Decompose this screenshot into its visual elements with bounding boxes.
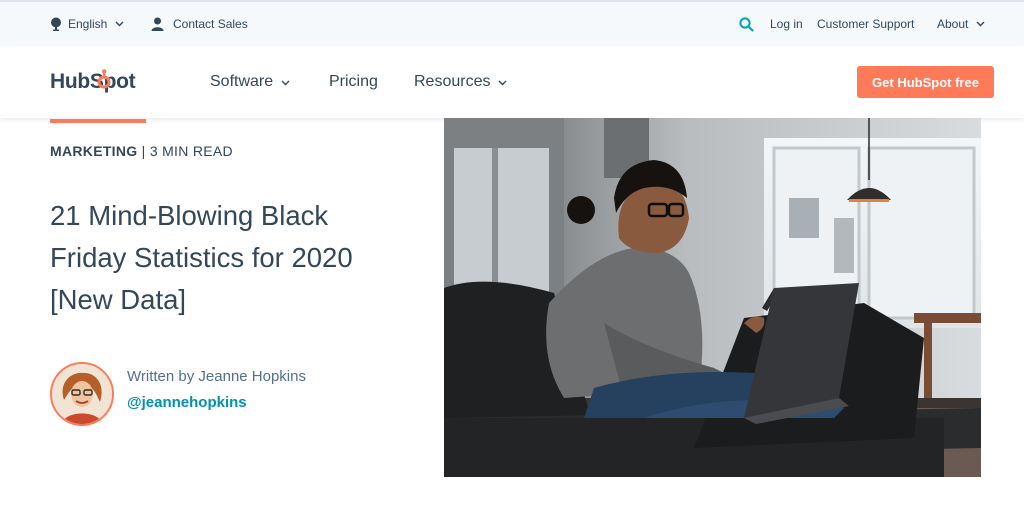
chevron-down-icon [498, 73, 507, 91]
chevron-down-icon [115, 21, 124, 27]
avatar[interactable] [50, 362, 114, 426]
support-label: Customer Support [817, 17, 915, 31]
globe-icon [50, 17, 62, 31]
hubspot-logo[interactable]: HubSpot [50, 68, 136, 96]
software-label: Software [210, 73, 274, 90]
sprocket-icon [95, 69, 113, 91]
search-button[interactable] [739, 2, 754, 46]
author-handle-link[interactable]: @jeannehopkins [127, 394, 247, 411]
software-menu[interactable]: Software [210, 46, 290, 118]
author-byline-text: Written by Jeanne Hopkins [127, 368, 306, 385]
language-label: English [68, 17, 108, 31]
category-link[interactable]: MARKETING [50, 143, 137, 159]
language-selector[interactable]: English [50, 2, 124, 46]
meta-separator: | [137, 143, 150, 159]
contact-sales-link[interactable]: Contact Sales [151, 2, 248, 46]
resources-label: Resources [414, 73, 491, 90]
resources-menu[interactable]: Resources [414, 46, 507, 118]
contact-sales-label: Contact Sales [173, 17, 248, 31]
about-menu[interactable]: About [937, 2, 985, 46]
logo-text: HubSpot [50, 70, 136, 93]
main-nav: HubSpot Software Pricing Resources Get H… [0, 46, 1024, 118]
get-hubspot-free-button[interactable]: Get HubSpot free [857, 66, 994, 98]
chevron-down-icon [976, 21, 985, 27]
search-icon [739, 16, 754, 32]
accent-bar [50, 119, 146, 123]
person-icon [151, 17, 164, 31]
pricing-label: Pricing [329, 73, 378, 90]
author-byline: Written by Jeanne Hopkins [127, 368, 306, 385]
login-link[interactable]: Log in [770, 2, 803, 46]
read-time: 3 MIN READ [149, 143, 233, 159]
article-meta: MARKETING | 3 MIN READ [50, 143, 233, 159]
pricing-link[interactable]: Pricing [329, 46, 378, 118]
about-label: About [937, 17, 969, 31]
utility-bar: English Contact Sales Log in Customer Su… [0, 2, 1024, 46]
chevron-down-icon [281, 73, 290, 91]
login-label: Log in [770, 17, 803, 31]
article-title: 21 Mind-Blowing Black Friday Statistics … [50, 200, 353, 315]
hero-image [444, 118, 981, 477]
customer-support-link[interactable]: Customer Support [817, 2, 914, 46]
